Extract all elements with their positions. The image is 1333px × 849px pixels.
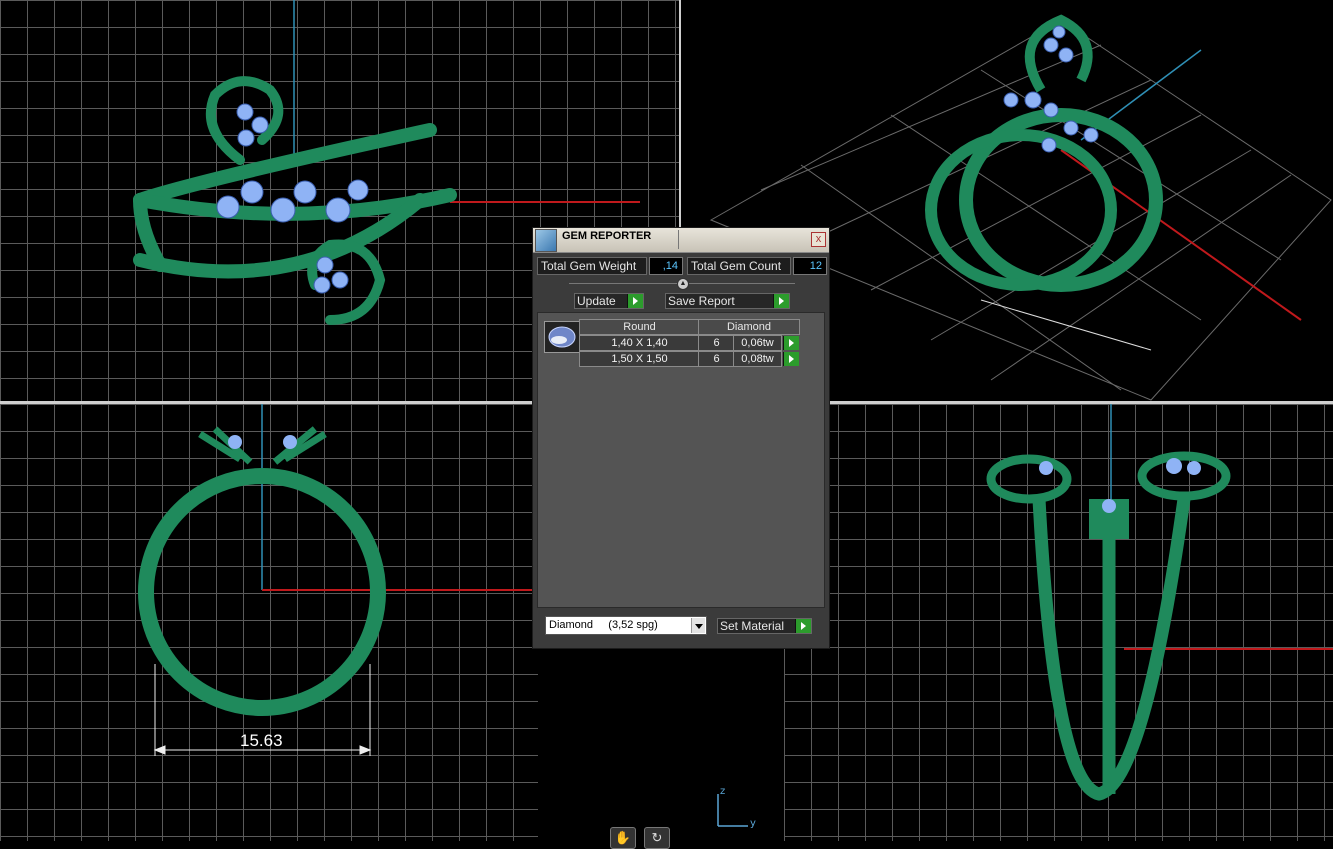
dimension-label: 15.63 [240,731,283,750]
total-gem-weight-value: ,14 [649,257,683,275]
shape-header: Round [579,319,700,335]
material-select-value: Diamond (3,52 spg) [549,619,658,631]
axis-z-label: z [720,786,726,797]
gem-weight-cell: 0,06tw [733,335,782,351]
gem-reporter-icon [535,229,557,252]
play-arrow-icon [795,619,811,633]
material-select[interactable]: Diamond (3,52 spg) [545,616,707,635]
row-action-arrow-icon[interactable] [783,352,799,366]
ring-front-view [138,404,538,756]
titlebar-separator [678,230,679,249]
set-material-button[interactable]: Set Material [717,618,812,634]
chevron-down-icon[interactable] [691,618,705,633]
pan-tool-icon[interactable]: ✋ [610,827,636,849]
save-report-label: Save Report [668,294,735,308]
gem-count-cell: 6 [698,351,735,367]
total-gem-weight-label: Total Gem Weight [537,257,647,275]
save-report-button[interactable]: Save Report [665,293,790,309]
gem-reporter-dialog[interactable]: GEM REPORTER x Total Gem Weight ,14 Tota… [532,227,830,649]
row-action-arrow-icon[interactable] [783,336,799,350]
gem-size-cell: 1,40 X 1,40 [579,335,700,351]
gem-list-panel[interactable]: Round Diamond 1,40 X 1,40 6 0,06tw 1,50 … [537,312,825,608]
gem-size-cell: 1,50 X 1,50 [579,351,700,367]
total-gem-count-value: 12 [793,257,827,275]
update-button[interactable]: Update [574,293,644,309]
gem-weight-cell: 0,08tw [733,351,782,367]
dialog-titlebar[interactable]: GEM REPORTER x [533,228,829,253]
material-header: Diamond [698,319,800,335]
total-gem-count-label: Total Gem Count [687,257,791,275]
rotate-tool-icon[interactable]: ↻ [644,827,670,849]
ring-side-view [986,404,1333,801]
gem-count-cell: 6 [698,335,735,351]
dialog-title: GEM REPORTER [562,230,652,242]
viewport-side[interactable] [784,404,1333,841]
axis-y-label: y [750,818,756,829]
collapse-toggle-icon[interactable]: ▲ [677,278,689,290]
set-material-label: Set Material [720,619,785,633]
close-button[interactable]: x [811,232,826,247]
round-diamond-icon[interactable] [544,321,580,353]
play-arrow-icon [627,294,643,308]
viewport-front[interactable]: 15.63 [0,404,538,841]
update-label: Update [577,294,616,308]
play-arrow-icon [773,294,789,308]
